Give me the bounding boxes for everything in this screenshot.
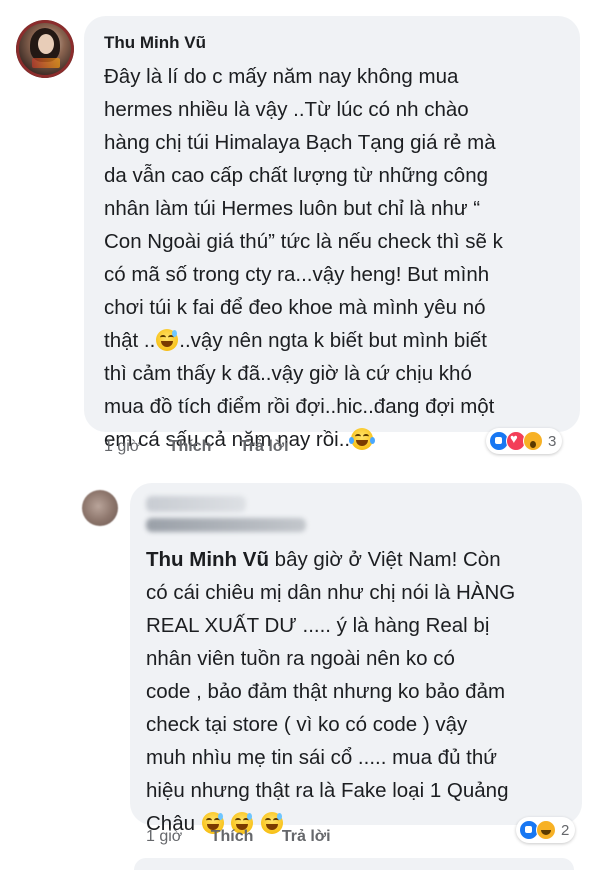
comment-author[interactable]: Thu Minh Vũ <box>104 33 206 53</box>
comment-line: Con Ngoài giá thú” tức là nếu check thì … <box>104 230 503 253</box>
tears-of-joy-emoji-icon <box>349 428 376 450</box>
comment-line: hàng chị túi Himalaya Bạch Tạng giá rẻ m… <box>104 131 496 154</box>
comment-line-start: thật .. <box>104 329 156 352</box>
grinning-sweat-emoji-icon <box>156 329 179 351</box>
comment-line: chơi túi k fai để đeo khoe mà mình yêu n… <box>104 296 486 319</box>
haha-icon <box>536 820 556 840</box>
reaction-count: 3 <box>548 432 557 450</box>
reply-actions: 1 giờ Thích Trả lời <box>146 828 355 846</box>
comment-line: thật .. ..vậy nên ngta k biết but mình bi… <box>104 324 574 357</box>
reply-avatar[interactable] <box>82 490 118 526</box>
reply-button[interactable]: Trả lời <box>282 828 331 845</box>
reply-line: hiệu nhưng thật ra là Fake loại 1 Quảng <box>146 779 509 802</box>
reply-line: nhân viên tuồn ra ngoài nên ko có <box>146 647 455 670</box>
reaction-count: 2 <box>561 821 570 839</box>
avatar-ring <box>16 20 74 78</box>
tagged-name-link[interactable]: Thu Minh Vũ <box>146 548 269 571</box>
reply-line: REAL XUẤT DƯ ..... ý là hàng Real bị <box>146 614 490 637</box>
reply-line: code , bảo đảm thật nhưng ko bảo đảm <box>146 680 506 703</box>
reaction-summary[interactable]: 2 <box>516 817 576 843</box>
blurred-author-name <box>146 496 246 512</box>
reply-line-rest: bây giờ ở Việt Nam! Còn <box>268 548 501 571</box>
reply-line: có cái chiêu mị dân như chị nói là HÀNG <box>146 581 516 604</box>
comment-line: có mã số trong cty ra...vậy heng! But mì… <box>104 263 490 286</box>
reply-line: check tại store ( vì ko có code ) vậy <box>146 713 468 736</box>
comment-line: nhân làm túi Hermes luôn but chỉ là như … <box>104 197 481 220</box>
comment-line: Đây là lí do c mấy năm nay không mua <box>104 65 459 88</box>
comment-line: thì cảm thấy k đã..vậy giờ là cứ chịu kh… <box>104 362 472 385</box>
comment-line-end: ..vậy nên ngta k biết but mình biết <box>179 329 487 352</box>
comment-line: mua đồ tích điểm rồi đợi..hic..đang đợi … <box>104 395 495 418</box>
like-button[interactable]: Thích <box>211 828 254 845</box>
comment-actions: 1 giờ Thích Trả lời <box>104 438 313 456</box>
avatar[interactable] <box>16 20 74 78</box>
timestamp[interactable]: 1 giờ <box>104 438 140 455</box>
next-comment-bubble-edge <box>134 858 574 870</box>
reply-text: Thu Minh Vũ bây giờ ở Việt Nam! Còn có c… <box>146 543 576 840</box>
comment-text: Đây là lí do c mấy năm nay không mua her… <box>104 60 574 456</box>
blurred-author-detail <box>146 518 306 532</box>
timestamp[interactable]: 1 giờ <box>146 828 182 845</box>
like-button[interactable]: Thích <box>169 438 212 455</box>
reply-line: Thu Minh Vũ bây giờ ở Việt Nam! Còn <box>146 543 576 576</box>
comment-line: da vẫn cao cấp chất lượng từ những công <box>104 164 488 187</box>
comment-line: hermes nhiều là vậy ..Từ lúc có nh chào <box>104 98 469 121</box>
wow-icon <box>523 431 543 451</box>
reaction-summary[interactable]: 3 <box>486 428 563 454</box>
reply-button[interactable]: Trả lời <box>240 438 289 455</box>
reply-line: muh nhìu mẹ tin sái cổ ..... mua đủ thứ <box>146 746 498 769</box>
